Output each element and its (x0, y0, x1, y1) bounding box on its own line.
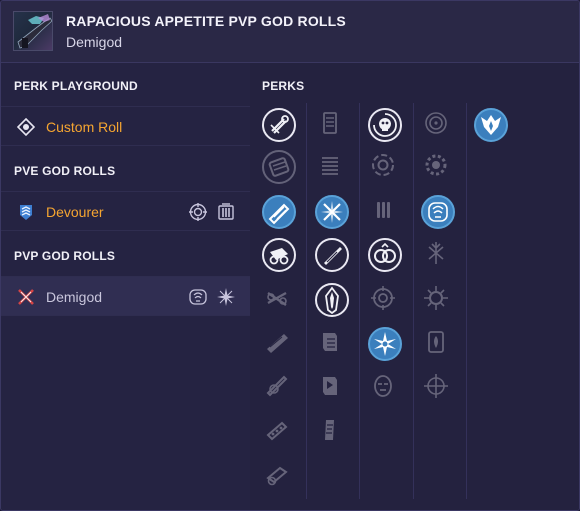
column-divider (466, 103, 467, 499)
perk-target-lock[interactable] (368, 283, 402, 317)
perk-magazine-bullet[interactable] (315, 238, 349, 272)
column-divider (306, 103, 307, 499)
weapon-thumbnail-icon (13, 11, 53, 51)
skull-reload-icon (373, 113, 397, 137)
roll-label: Demigod (46, 289, 103, 305)
card-fire-icon (428, 331, 444, 353)
perk-magazine-flared[interactable] (315, 283, 349, 317)
perk-barrel-box[interactable] (262, 150, 296, 184)
spark-branch-icon (428, 242, 444, 264)
magazine-ricochet-icon (321, 201, 343, 223)
header-bar: RAPACIOUS APPETITE PVP GOD ROLLS Demigod (1, 1, 579, 63)
origin-crest-icon (481, 115, 501, 135)
magazine-lines-icon (322, 157, 338, 175)
perk-barrel-chambered[interactable] (262, 195, 296, 229)
magazine-bullet-icon (324, 247, 342, 265)
perk-grip-hand[interactable] (421, 195, 455, 229)
page-title: RAPACIOUS APPETITE PVP GOD ROLLS (66, 13, 346, 29)
target-dot-icon (16, 117, 36, 137)
magazine-extended-icon (325, 420, 334, 440)
roll-item-demigod[interactable]: Demigod (1, 276, 250, 316)
crossed-swords-red-icon (17, 288, 35, 306)
roll-label: Custom Roll (46, 119, 123, 135)
perk-barrel-arrowhead[interactable] (262, 371, 296, 405)
perk-rings-orbit[interactable] (368, 150, 402, 184)
perk-card-fire[interactable] (421, 327, 455, 361)
barrel-box-icon (268, 157, 290, 177)
perk-crosshair-cross[interactable] (421, 371, 455, 405)
magazine-icon (216, 202, 236, 222)
barrel-long-icon (267, 334, 288, 353)
barrel-crossed-icon (267, 291, 287, 306)
perk-barrel-polygonal[interactable] (262, 460, 296, 494)
gear-ring-icon (425, 154, 447, 176)
barrel-ported-icon (266, 421, 288, 441)
column-divider (413, 103, 414, 499)
perk-magazine-stack[interactable] (315, 108, 349, 142)
perk-mask-face[interactable] (368, 371, 402, 405)
section-heading-pvp-god-rolls: PVP GOD ROLLS (14, 249, 116, 263)
roll-label: Devourer (46, 204, 104, 220)
perk-skull-reload[interactable] (368, 108, 402, 142)
target-lock-icon (371, 286, 395, 310)
double-ring-icon (374, 242, 396, 263)
mask-face-icon (374, 375, 392, 397)
perks-panel: PERKS (250, 63, 579, 510)
perk-barrel-ported[interactable] (262, 415, 296, 449)
sunburst-ring-icon (424, 286, 448, 310)
barrel-chambered-icon (268, 203, 290, 225)
perk-barrel-long[interactable] (262, 327, 296, 361)
perk-magazine-lines[interactable] (315, 150, 349, 184)
perk-double-ring[interactable] (368, 238, 402, 272)
roll-item-custom-roll[interactable]: Custom Roll (1, 106, 250, 146)
column-divider (359, 103, 360, 499)
perk-magazine-extended[interactable] (315, 415, 349, 449)
perks-heading: PERKS (262, 79, 305, 93)
perk-magazine-appended[interactable] (315, 371, 349, 405)
magazine-flared-icon (325, 286, 339, 315)
magazine-appended-icon (323, 377, 337, 395)
barrel-arrowhead-icon (266, 375, 288, 397)
grip-icon (188, 287, 208, 307)
perk-spark-branch[interactable] (421, 238, 455, 272)
grip-hand-icon (428, 202, 448, 222)
barrel-polygonal-icon (266, 466, 288, 486)
perk-magazine-ricochet[interactable] (315, 195, 349, 229)
page-subtitle: Demigod (66, 34, 123, 50)
perk-ammo-rounds[interactable] (368, 195, 402, 229)
crosshair-circle-icon (425, 112, 447, 134)
perk-crosshair-circle[interactable] (421, 108, 455, 142)
god-rolls-window: RAPACIOUS APPETITE PVP GOD ROLLS Demigod… (0, 0, 580, 511)
perk-origin-crest[interactable] (474, 108, 508, 142)
perk-barrel-crossed[interactable] (262, 283, 296, 317)
barrel-hammer-icon (269, 248, 289, 265)
chevron-shield-icon (17, 203, 35, 221)
perk-magazine-tactical[interactable] (315, 327, 349, 361)
roll-item-devourer[interactable]: Devourer (1, 191, 250, 231)
perk-sunburst-ring[interactable] (421, 283, 455, 317)
crosshair-scope-icon (188, 202, 208, 222)
ammo-rounds-icon (377, 202, 390, 218)
perk-barrel-fluted[interactable] (262, 108, 296, 142)
magazine-tactical-icon (323, 333, 337, 351)
section-heading-pve-god-rolls: PVE GOD ROLLS (14, 164, 116, 178)
crosshair-cross-icon (424, 374, 448, 398)
rings-orbit-icon (372, 154, 394, 176)
burst-icon (216, 287, 236, 307)
magazine-stack-icon (323, 112, 337, 134)
section-heading-perk-playground: PERK PLAYGROUND (14, 79, 138, 93)
perk-star-burst[interactable] (368, 327, 402, 361)
star-burst-icon (374, 332, 396, 356)
rolls-sidebar: PERK PLAYGROUND Custom Roll PVE GOD ROLL… (1, 63, 250, 510)
perk-barrel-hammer[interactable] (262, 238, 296, 272)
barrel-fluted-icon (270, 115, 289, 134)
perk-gear-ring[interactable] (421, 150, 455, 184)
